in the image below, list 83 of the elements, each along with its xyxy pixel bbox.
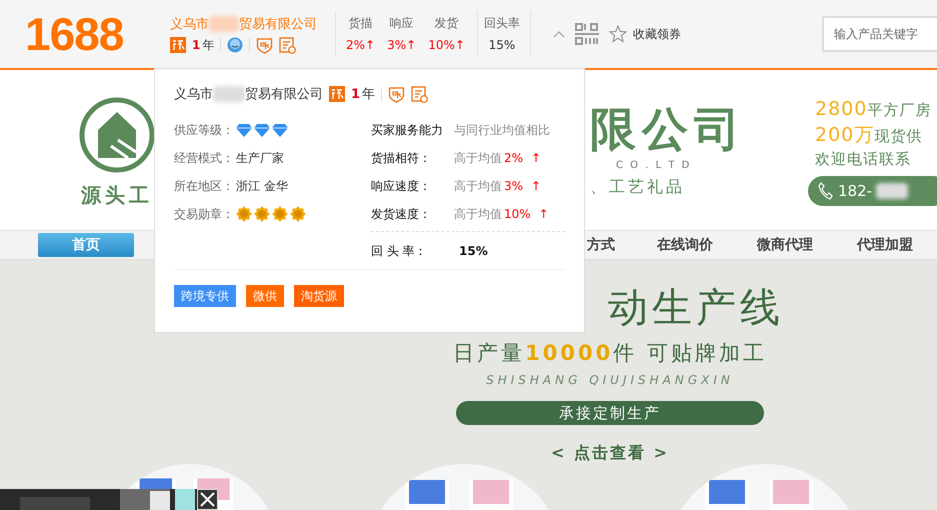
service-tag[interactable]: 跨境专供 bbox=[174, 285, 236, 307]
shield-icon bbox=[388, 86, 406, 102]
custom-order-button[interactable]: 承接定制生产 bbox=[456, 401, 764, 425]
company-name[interactable]: 义乌市 bbox=[170, 14, 209, 32]
diamond-icon bbox=[254, 124, 270, 136]
nav-tab[interactable]: 微商代理 bbox=[757, 236, 813, 254]
search-field[interactable]: 输入产品关键字 bbox=[822, 16, 937, 52]
diamond-icon bbox=[236, 124, 252, 136]
years-unit: 年 bbox=[362, 86, 376, 103]
hero-subtitle: 日产量 10000件 可贴牌加工 bbox=[453, 340, 767, 367]
brand-name: 源头工 bbox=[81, 182, 153, 209]
favorite-link[interactable]: 收藏领券 bbox=[632, 26, 681, 42]
service-text: 高于均值 bbox=[454, 206, 502, 222]
stat-value: 2%↑ bbox=[346, 38, 376, 52]
stat-label: 货描 bbox=[348, 15, 373, 32]
medal-icon bbox=[290, 206, 306, 222]
chat-icon[interactable] bbox=[227, 37, 244, 53]
company-name[interactable]: 贸易有限公司 bbox=[245, 85, 323, 103]
medal-icon bbox=[254, 206, 270, 222]
qr-code-icon[interactable] bbox=[574, 22, 599, 46]
nav-tab[interactable]: 方式 bbox=[587, 236, 615, 254]
up-arrow-icon: ↑ bbox=[531, 151, 542, 165]
nav-tab[interactable]: 在线询价 bbox=[657, 236, 713, 254]
blurred-text bbox=[876, 183, 908, 199]
years-unit: 年 bbox=[202, 36, 214, 54]
info-label: 经营模式： bbox=[174, 150, 234, 166]
hero-pinyin: SHISHANG QIUJISHANGXIN bbox=[486, 373, 734, 387]
nav-tab[interactable]: 代理加盟 bbox=[857, 236, 913, 254]
service-tag[interactable]: 微供 bbox=[246, 285, 284, 307]
service-label: 响应速度： bbox=[371, 178, 432, 194]
service-value: 2% bbox=[504, 151, 524, 165]
info-label: 供应等级： bbox=[174, 122, 234, 138]
service-label: 货描相符： bbox=[371, 150, 432, 166]
stat-value: 10%↑ bbox=[428, 38, 465, 52]
company-name[interactable]: 义乌市 bbox=[174, 85, 213, 103]
integrity-icon bbox=[170, 37, 186, 53]
info-value: 浙江 金华 bbox=[236, 178, 288, 194]
info-label: 所在地区： bbox=[174, 178, 234, 194]
shield-icon bbox=[256, 36, 274, 54]
company-title-english: C O . L T D bbox=[616, 160, 692, 171]
blurred-text bbox=[213, 86, 245, 102]
blurred-text bbox=[209, 16, 239, 32]
repeat-rate-value: 15% bbox=[459, 244, 488, 258]
star-icon[interactable] bbox=[608, 25, 627, 43]
info-label: 交易勋章： bbox=[174, 206, 234, 222]
company-name[interactable]: 贸易有限公司 bbox=[239, 14, 317, 32]
phone-icon bbox=[818, 182, 834, 200]
info-value: 生产厂家 bbox=[236, 150, 284, 166]
repeat-rate-label: 回 头 率： bbox=[371, 242, 428, 260]
service-value: 10% bbox=[504, 207, 531, 221]
site-logo[interactable]: 1688 bbox=[25, 7, 170, 61]
stat-label: 发货 bbox=[434, 15, 459, 32]
service-tag[interactable]: 淘货源 bbox=[294, 285, 344, 307]
banner-slogan: 200万现货供 bbox=[815, 123, 924, 148]
medal-icon bbox=[272, 206, 288, 222]
view-more-link[interactable]: < 点击查看 > bbox=[551, 443, 669, 464]
stat-label: 回头率 bbox=[484, 15, 520, 32]
up-arrow-icon: ↑ bbox=[531, 179, 542, 193]
nav-tab[interactable]: 首页 bbox=[38, 233, 134, 257]
certificate-icon bbox=[411, 86, 428, 102]
certificate-icon bbox=[279, 36, 296, 54]
service-text: 高于均值 bbox=[454, 150, 502, 166]
up-arrow-icon: ↑ bbox=[538, 207, 549, 221]
medal-icon bbox=[236, 206, 252, 222]
service-value: 3% bbox=[504, 179, 524, 193]
banner-slogan: 欢迎电话联系 bbox=[815, 150, 912, 169]
years-number: 1 bbox=[351, 87, 360, 102]
service-compare: 与同行业均值相比 bbox=[454, 122, 550, 138]
banner-slogan: 2800平方厂房 bbox=[815, 98, 932, 120]
hero-title: 动生产线 bbox=[608, 284, 784, 333]
service-text: 高于均值 bbox=[454, 178, 502, 194]
stat-value: 15% bbox=[488, 38, 516, 52]
caret-up-icon[interactable] bbox=[552, 30, 565, 38]
service-title: 买家服务能力 bbox=[371, 122, 444, 138]
service-label: 发货速度： bbox=[371, 206, 432, 222]
phone-badge[interactable]: 182- bbox=[808, 176, 937, 206]
stat-label: 响应 bbox=[390, 15, 414, 32]
integrity-icon bbox=[329, 86, 345, 102]
diamond-icon bbox=[272, 124, 288, 136]
company-title: 限公司 bbox=[590, 106, 746, 152]
years-number: 1 bbox=[192, 38, 200, 52]
product-line: 、工艺礼品 bbox=[590, 177, 686, 198]
stat-value: 3%↑ bbox=[387, 38, 416, 52]
